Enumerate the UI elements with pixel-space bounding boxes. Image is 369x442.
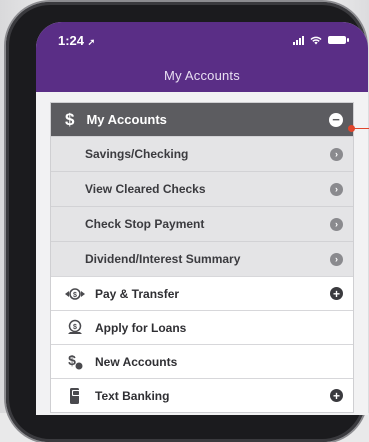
signal-icon <box>293 35 304 45</box>
location-arrow-icon: ➚ <box>87 36 96 47</box>
sub-item-savings-checking[interactable]: Savings/Checking › <box>51 136 353 171</box>
minus-circle-icon[interactable]: − <box>329 112 343 127</box>
plus-circle-icon[interactable]: + <box>330 389 343 402</box>
section-label: My Accounts <box>86 112 167 127</box>
dollar-coin-icon: $ <box>63 353 87 371</box>
annotation-line <box>352 128 369 129</box>
menu-item-label: Text Banking <box>95 388 170 403</box>
sub-item-label: Check Stop Payment <box>85 217 205 231</box>
sub-item-label: Dividend/Interest Summary <box>85 252 241 266</box>
chevron-right-icon: › <box>330 182 343 196</box>
wifi-icon <box>310 36 322 44</box>
status-bar: 1:24 ➚ <box>36 22 368 58</box>
phone-screen: 1:24 ➚ My Accounts $ My Accounts − Savin… <box>36 22 368 415</box>
status-icons <box>293 35 349 45</box>
svg-text:$: $ <box>73 324 77 331</box>
menu-item-text-banking[interactable]: Text Banking + <box>51 378 353 412</box>
section-my-accounts[interactable]: $ My Accounts − <box>51 103 353 136</box>
chevron-right-icon: › <box>330 147 343 161</box>
menu-item-new-accounts[interactable]: $ New Accounts <box>51 344 353 378</box>
page-title: My Accounts <box>164 67 240 83</box>
chevron-right-icon: › <box>330 252 343 266</box>
plus-circle-icon[interactable]: + <box>330 287 343 300</box>
sub-item-label: View Cleared Checks <box>85 182 206 196</box>
sub-item-check-stop-payment[interactable]: Check Stop Payment › <box>51 206 353 241</box>
sub-item-dividend-interest-summary[interactable]: Dividend/Interest Summary › <box>51 241 353 276</box>
battery-icon <box>328 36 349 44</box>
chevron-right-icon: › <box>330 217 343 231</box>
menu-item-label: New Accounts <box>95 354 178 369</box>
svg-text:$: $ <box>73 292 77 299</box>
menu-item-label: Apply for Loans <box>95 320 187 335</box>
sub-item-label: Savings/Checking <box>85 147 189 161</box>
menu-item-label: Pay & Transfer <box>95 286 180 301</box>
status-time: 1:24 ➚ <box>58 33 95 48</box>
content: $ My Accounts − Savings/Checking › View … <box>36 92 368 413</box>
loan-coin-icon: $ <box>63 319 87 337</box>
phone-text-icon <box>63 387 87 405</box>
menu-item-apply-for-loans[interactable]: $ Apply for Loans <box>51 310 353 344</box>
money-transfer-icon: $ <box>63 287 87 301</box>
phone-frame: 1:24 ➚ My Accounts $ My Accounts − Savin… <box>6 2 368 442</box>
accounts-menu: $ My Accounts − Savings/Checking › View … <box>50 102 354 413</box>
sub-item-view-cleared-checks[interactable]: View Cleared Checks › <box>51 171 353 206</box>
menu-item-pay-transfer[interactable]: $ Pay & Transfer + <box>51 276 353 310</box>
dollar-icon: $ <box>65 109 75 129</box>
nav-bar: My Accounts <box>36 58 368 92</box>
svg-text:$: $ <box>68 353 76 368</box>
status-time-value: 1:24 <box>58 32 85 48</box>
